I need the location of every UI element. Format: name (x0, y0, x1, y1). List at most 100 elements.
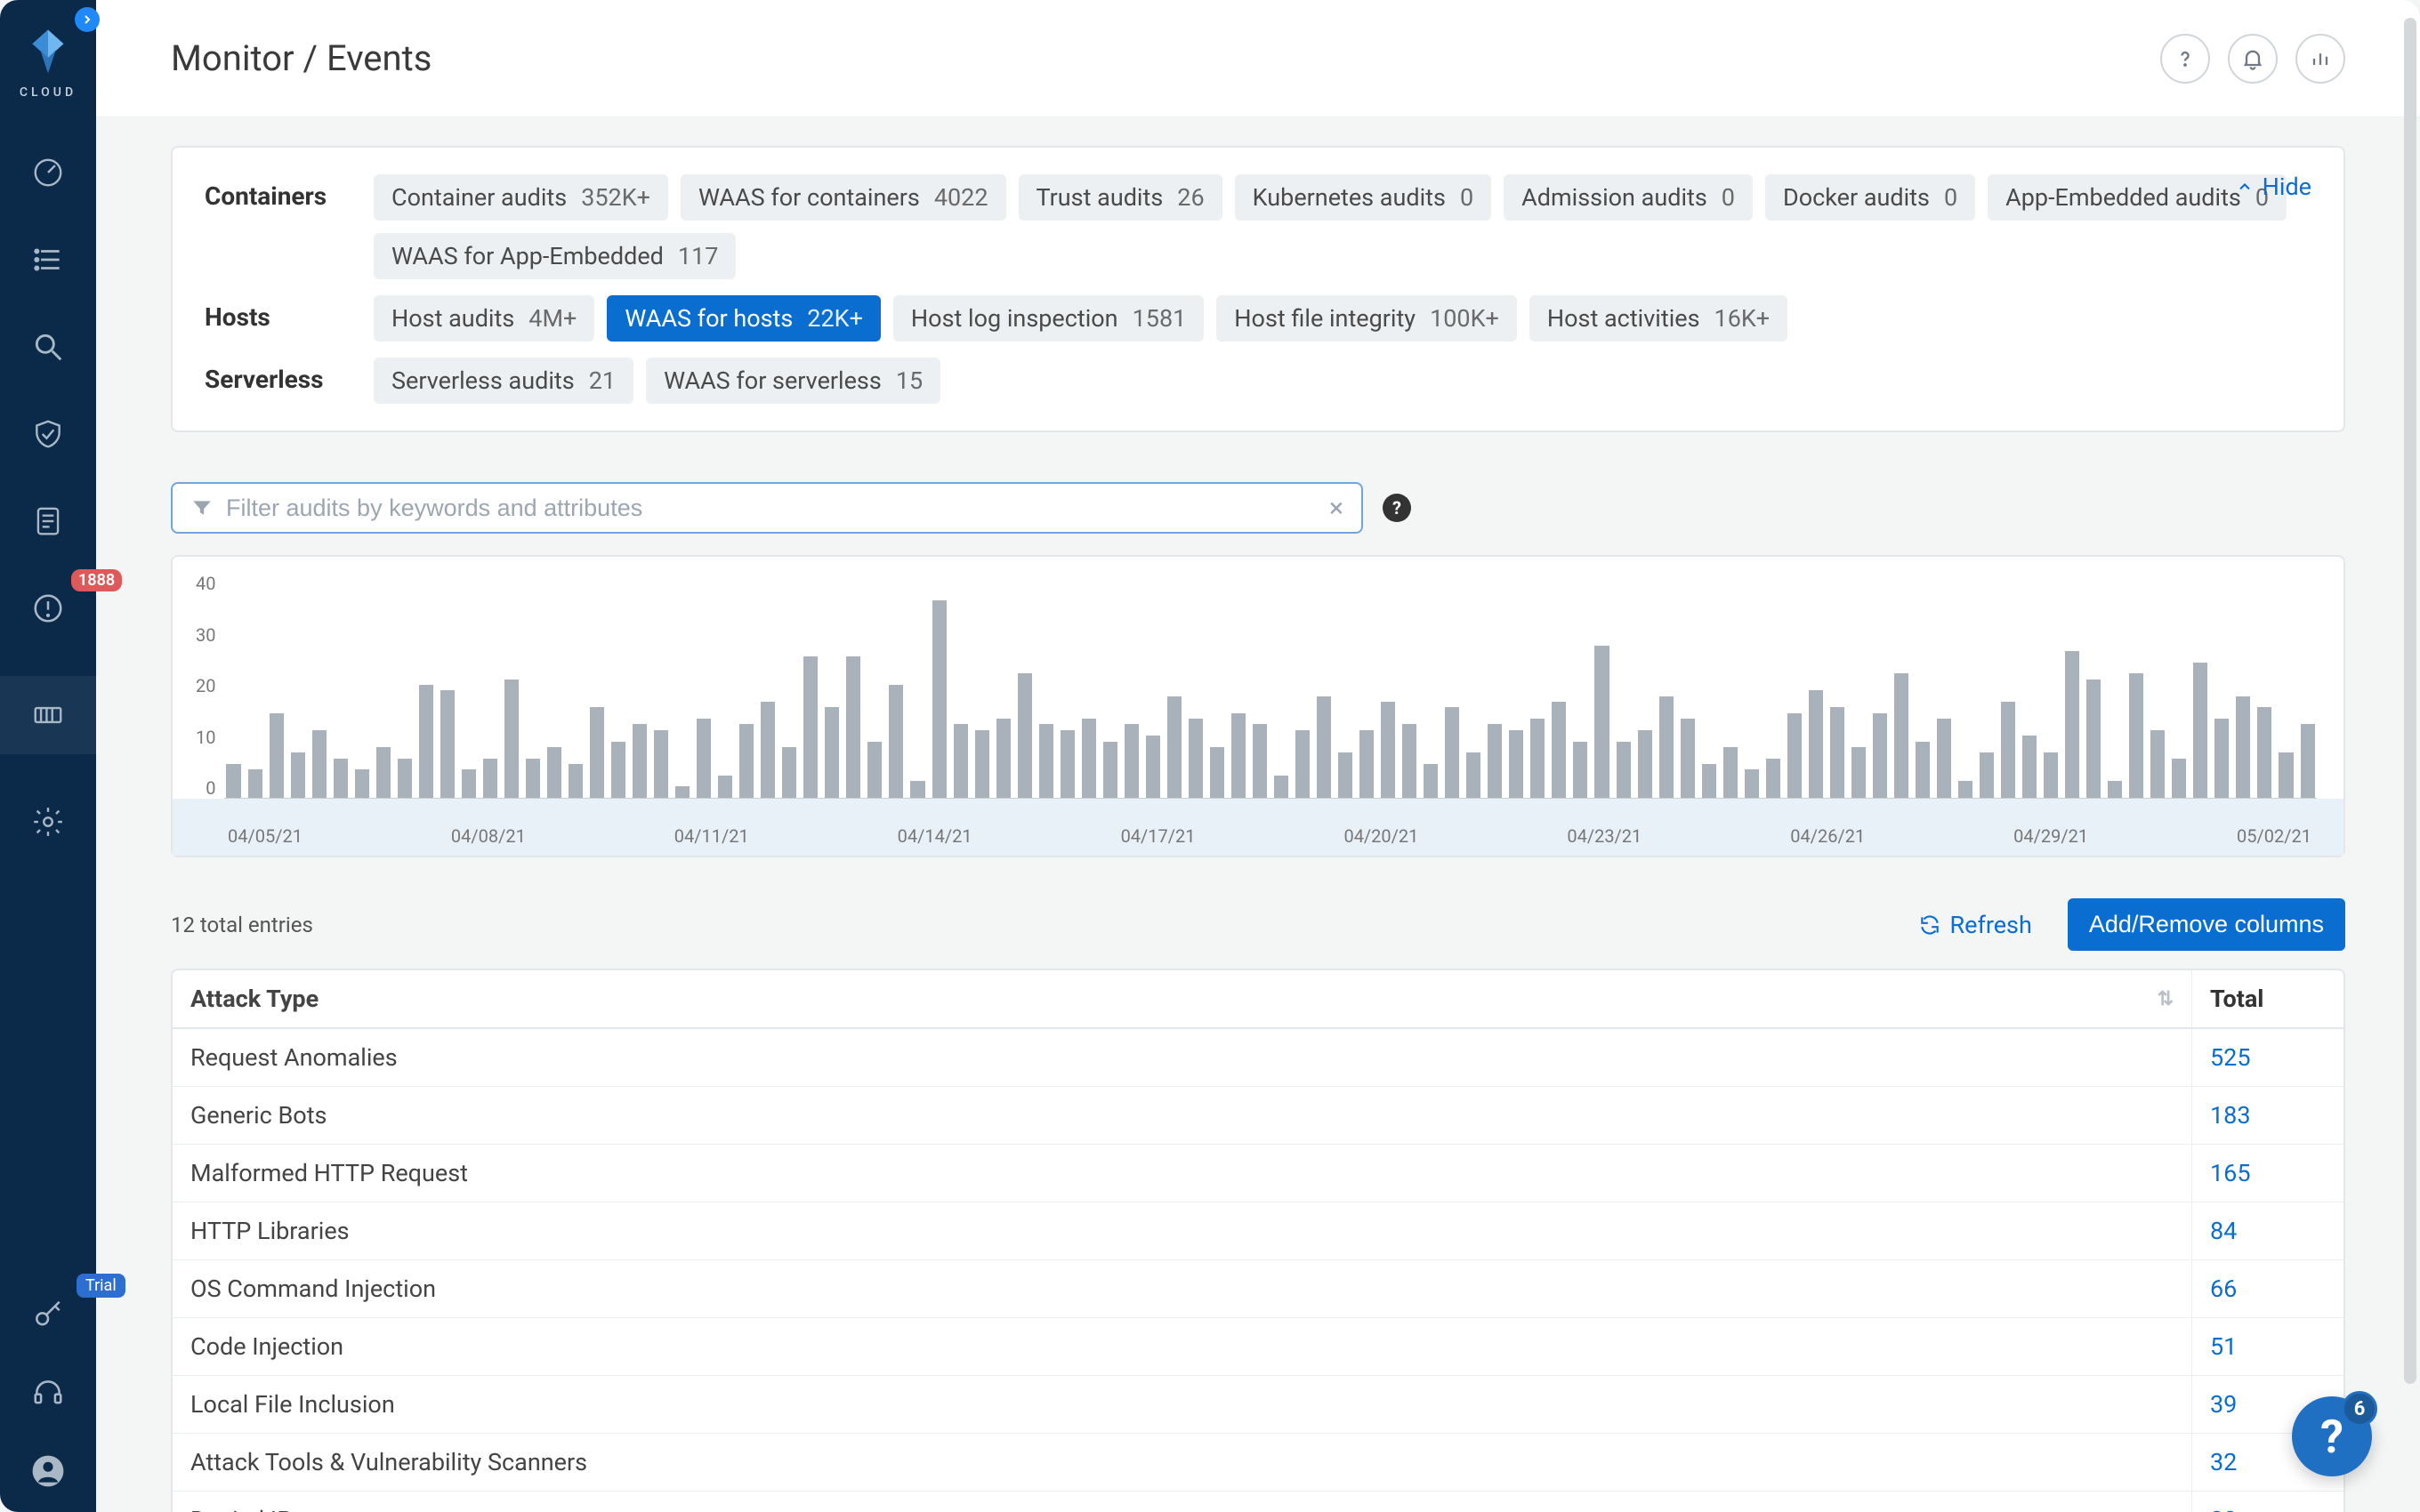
chart-bar[interactable] (2108, 781, 2122, 798)
chart-bar[interactable] (846, 656, 860, 798)
chart-bar[interactable] (270, 713, 284, 798)
cell-total[interactable]: 51 (2192, 1318, 2343, 1375)
chart-bar[interactable] (355, 769, 369, 798)
chart-bar[interactable] (803, 656, 818, 798)
chart-bar[interactable] (1317, 696, 1331, 798)
chart-bar[interactable] (1167, 696, 1182, 798)
chart-bar[interactable] (1061, 730, 1075, 798)
scrollbar[interactable] (2402, 18, 2416, 1384)
category-chip[interactable]: Container audits352K+ (374, 174, 668, 221)
chart-bar[interactable] (1617, 742, 1631, 799)
chart-bar[interactable] (633, 724, 647, 798)
category-chip[interactable]: Host file integrity100K+ (1216, 295, 1517, 342)
chart-bar[interactable] (398, 759, 412, 798)
chart-bar[interactable] (1488, 724, 1502, 798)
chart-bar[interactable] (2150, 730, 2165, 798)
chart-bar[interactable] (1702, 764, 1716, 798)
chart-bar[interactable] (975, 730, 989, 798)
filter-help-button[interactable]: ? (1383, 494, 1411, 522)
category-chip[interactable]: Host activities16K+ (1529, 295, 1787, 342)
table-row[interactable]: HTTP Libraries84 (173, 1202, 2343, 1260)
chart-bar[interactable] (739, 724, 754, 798)
table-row[interactable]: Code Injection51 (173, 1318, 2343, 1376)
chart-bar[interactable] (1723, 747, 1738, 798)
chart-bar[interactable] (1125, 724, 1139, 798)
chart-bar[interactable] (2279, 752, 2293, 798)
chart-bar[interactable] (1103, 742, 1117, 799)
chart-bar[interactable] (1338, 752, 1352, 798)
floating-help-button[interactable]: ? 6 (2292, 1396, 2372, 1476)
chart-bar[interactable] (1809, 690, 1823, 798)
nav-alerts[interactable]: 1888 (28, 589, 68, 628)
chart-bar[interactable] (1745, 769, 1759, 798)
chart-bar[interactable] (867, 742, 882, 799)
chart-bar[interactable] (825, 707, 839, 798)
category-chip[interactable]: Kubernetes audits0 (1235, 174, 1491, 221)
chart-bar[interactable] (1189, 719, 1203, 798)
chart-bar[interactable] (504, 680, 519, 798)
chart-bar[interactable] (2044, 752, 2058, 798)
cell-total[interactable]: 20 (2192, 1492, 2343, 1512)
chart-bar[interactable] (419, 685, 433, 798)
chart-bar[interactable] (1466, 752, 1480, 798)
category-chip[interactable]: Host log inspection1581 (893, 295, 1204, 342)
table-row[interactable]: Local File Inclusion39 (173, 1376, 2343, 1434)
filter-input[interactable] (226, 495, 1329, 522)
chart-bar[interactable] (569, 764, 583, 798)
chart-bar[interactable] (1851, 747, 1866, 798)
chart-bar[interactable] (1210, 747, 1224, 798)
chart-bar[interactable] (1787, 713, 1802, 798)
chart-bar[interactable] (1146, 736, 1160, 798)
category-chip[interactable]: WAAS for hosts22K+ (607, 295, 881, 342)
nav-dashboard[interactable] (28, 153, 68, 192)
col-header-attack-type[interactable]: Attack Type ⇅ (173, 970, 2192, 1027)
chart-bar[interactable] (1424, 764, 1438, 798)
chart-bar[interactable] (1359, 730, 1374, 798)
chart-bar[interactable] (1253, 724, 1267, 798)
nav-compliance[interactable] (28, 414, 68, 454)
chart-bar[interactable] (654, 730, 668, 798)
chart-bar[interactable] (1573, 742, 1587, 799)
chart-bar[interactable] (291, 752, 305, 798)
nav-containers[interactable] (0, 676, 96, 754)
chart-bar[interactable] (2129, 673, 2143, 798)
refresh-button[interactable]: Refresh (1918, 911, 2032, 939)
chart-bar[interactable] (2236, 696, 2250, 798)
chart-bar[interactable] (2214, 719, 2229, 798)
chart-bar[interactable] (1830, 707, 1844, 798)
category-chip[interactable]: WAAS for containers4022 (681, 174, 1006, 221)
chart-bar[interactable] (1295, 730, 1310, 798)
cell-total[interactable]: 66 (2192, 1260, 2343, 1317)
chart-bar[interactable] (1082, 719, 1096, 798)
scrollbar-thumb[interactable] (2404, 18, 2416, 1384)
chart-bar[interactable] (483, 759, 497, 798)
category-chip[interactable]: Admission audits0 (1504, 174, 1753, 221)
table-row[interactable]: Request Anomalies525 (173, 1029, 2343, 1087)
chart-bar[interactable] (226, 764, 240, 798)
chart-bar[interactable] (334, 759, 348, 798)
chart-bar[interactable] (761, 702, 775, 798)
header-notifications-button[interactable] (2228, 34, 2278, 84)
chart-bar[interactable] (547, 747, 561, 798)
chart-bar[interactable] (1552, 702, 1566, 798)
chart-bar[interactable] (718, 776, 732, 798)
add-remove-columns-button[interactable]: Add/Remove columns (2068, 898, 2345, 951)
filter-input-wrap[interactable]: × (171, 482, 1363, 534)
table-row[interactable]: Generic Bots183 (173, 1087, 2343, 1145)
chart-bar[interactable] (996, 719, 1011, 798)
chart-bar[interactable] (1766, 759, 1780, 798)
chart-bar[interactable] (312, 730, 327, 798)
chart-bar[interactable] (611, 742, 625, 799)
chart-bar[interactable] (889, 685, 903, 798)
chart-bar[interactable] (1381, 702, 1395, 798)
chart-bar[interactable] (2022, 736, 2037, 798)
chart-bar[interactable] (1445, 707, 1459, 798)
header-stats-button[interactable] (2295, 34, 2345, 84)
chart-bar[interactable] (2193, 663, 2207, 798)
chart-bar[interactable] (376, 747, 391, 798)
chart-bar[interactable] (2086, 680, 2101, 798)
table-row[interactable]: Malformed HTTP Request165 (173, 1145, 2343, 1202)
chart-bar[interactable] (1594, 646, 1609, 798)
table-row[interactable]: Denied IP20 (173, 1492, 2343, 1512)
chart-bar[interactable] (590, 707, 604, 798)
